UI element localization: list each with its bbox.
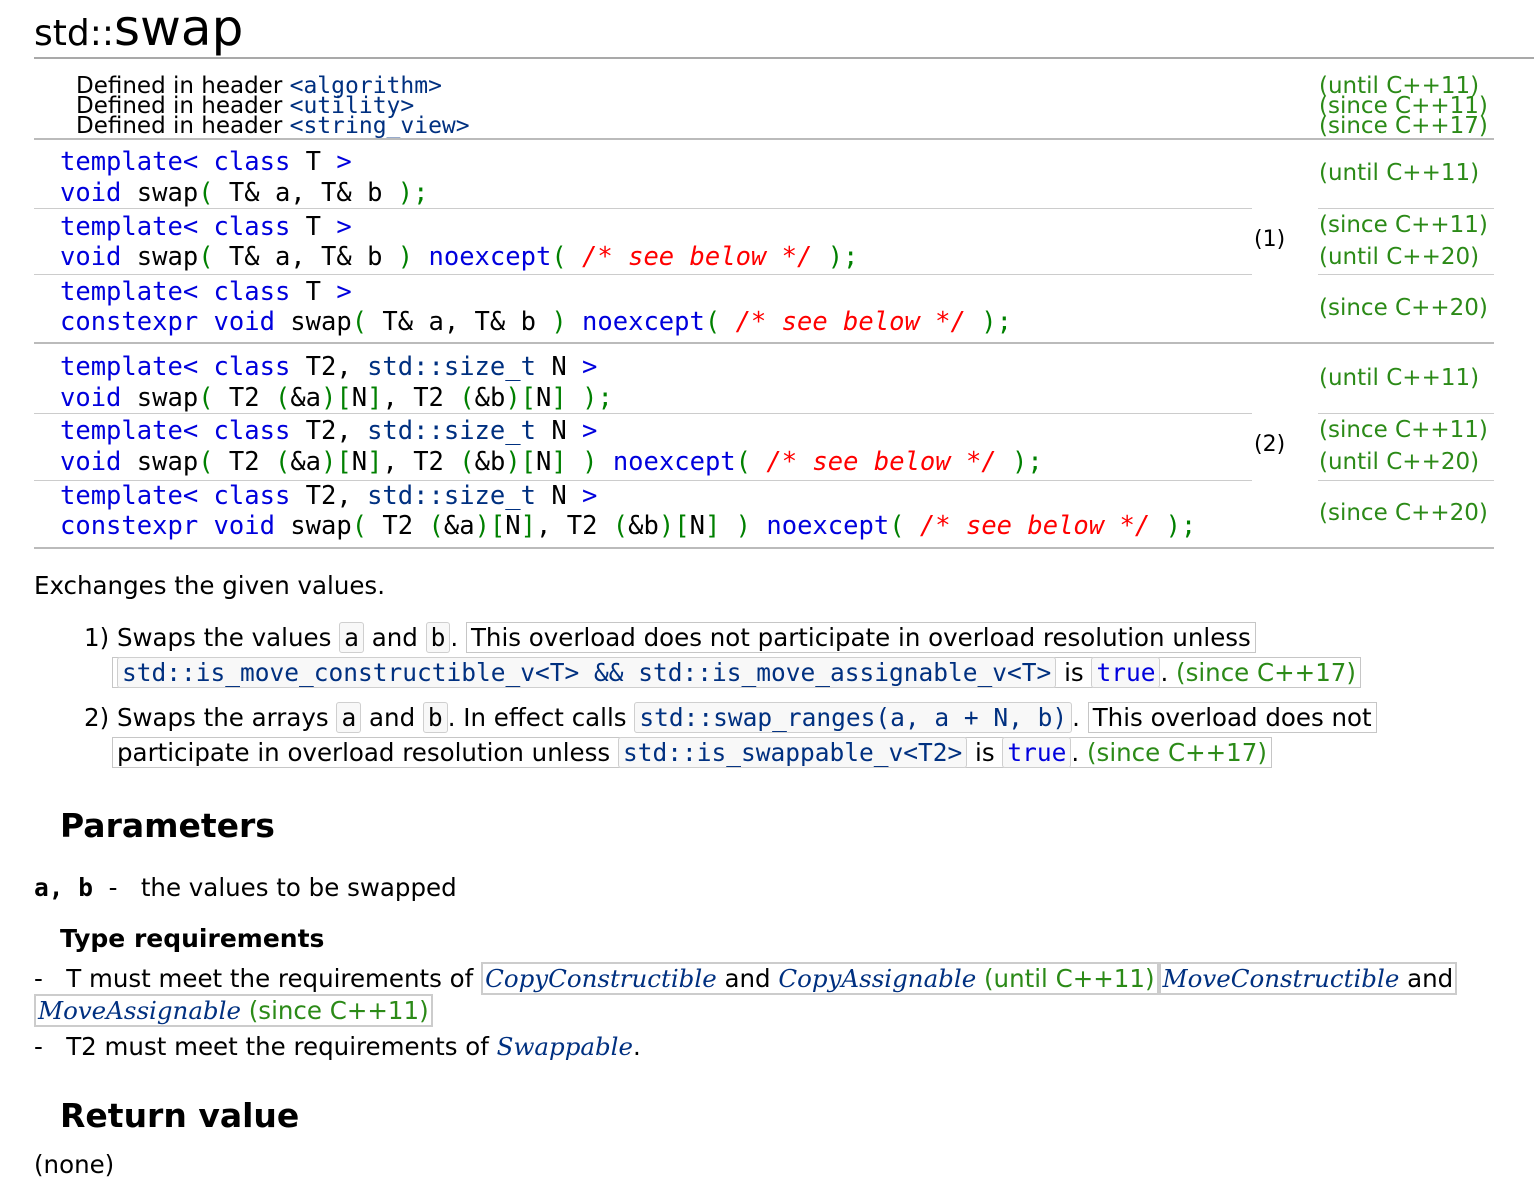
title-name: swap [113, 0, 244, 57]
revision-label: (since C++20) [1319, 500, 1488, 526]
revision-label: (since C++17) [1176, 658, 1356, 687]
code-b: b [422, 702, 448, 733]
type-requirements-heading: Type requirements [60, 924, 325, 953]
declaration-line: void swap( T2 (&a)[N], T2 (&b)[N] ) noex… [60, 447, 1043, 477]
revision-label: (until C++11) [1319, 160, 1480, 186]
code-a: a [339, 622, 364, 653]
declaration-line: template< class T2, std::size_t N > [60, 481, 598, 511]
page-title: std::swap [34, 0, 243, 56]
return-value-heading: Return value [60, 1096, 300, 1135]
until-cpp11-box: CopyConstructible and CopyAssignable (un… [481, 962, 1159, 995]
true-keyword: true [1091, 657, 1161, 688]
revision-label: (since C++11) [1319, 417, 1488, 443]
requirement-t2: - T2 must meet the requirements of Swapp… [34, 1032, 641, 1061]
revision-label: (until C++20) [1319, 449, 1480, 475]
constraint-expression[interactable]: std::is_move_constructible_v<T> && std::… [117, 657, 1057, 688]
divider [34, 342, 1494, 344]
since-cpp17-note: This overload does not [1087, 702, 1377, 733]
divider [34, 413, 1252, 414]
move-assignable-link[interactable]: MoveAssignable [38, 996, 241, 1025]
revision-label: (since C++11) [1319, 212, 1488, 238]
true-keyword: true [1002, 737, 1072, 768]
declaration-line: template< class T > [60, 212, 352, 242]
declaration-line: template< class T > [60, 147, 352, 177]
description: Exchanges the given values. [34, 571, 385, 600]
declaration-line: void swap( T& a, T& b ); [60, 178, 429, 208]
divider [34, 547, 1494, 549]
return-value-text: (none) [34, 1150, 115, 1179]
header-line: Defined in header <string_view> [76, 113, 470, 139]
divider [34, 274, 1252, 275]
declaration-line: template< class T > [60, 277, 352, 307]
parameters-heading: Parameters [60, 806, 275, 845]
revision-label: (since C++17) [1087, 738, 1267, 767]
since-cpp11-box: MoveConstructible and [1158, 962, 1458, 995]
header-prefix: Defined in header [76, 113, 283, 139]
declaration-line: constexpr void swap( T& a, T& b ) noexce… [60, 307, 1012, 337]
list-item-2-line-2: participate in overload resolution unles… [112, 736, 1272, 770]
parameter-name: a, b [34, 873, 94, 902]
revision-label: (until C++11) [1319, 365, 1480, 391]
divider [34, 138, 1494, 140]
declaration-line: template< class T2, std::size_t N > [60, 352, 598, 382]
swap-ranges-link[interactable]: std::swap_ranges(a, a + N, b) [634, 702, 1073, 733]
declaration-line: void swap( T& a, T& b ) noexcept( /* see… [60, 242, 859, 272]
divider [34, 208, 1252, 209]
requirement-t-line-1: - T must meet the requirements of CopyCo… [34, 962, 1458, 996]
overload-number: (1) [1254, 227, 1286, 252]
since-cpp17-note: This overload does not participate in ov… [465, 622, 1256, 653]
swappable-link[interactable]: Swappable [497, 1032, 633, 1061]
parameter-row: a, b - the values to be swapped [34, 873, 457, 902]
since-cpp17-note-continued: std::is_move_constructible_v<T> && std::… [112, 657, 1361, 688]
copy-constructible-link[interactable]: CopyConstructible [485, 964, 717, 993]
parameter-description: the values to be swapped [140, 873, 457, 902]
list-item-2-line-1: 2) Swaps the arrays a and b. In effect c… [84, 701, 1377, 735]
title-namespace: std:: [34, 13, 114, 54]
copy-assignable-link[interactable]: CopyAssignable [778, 964, 976, 993]
since-cpp11-box-continued: MoveAssignable (since C++11) [34, 994, 433, 1027]
divider [1318, 480, 1494, 481]
list-item-1-line-2: std::is_move_constructible_v<T> && std::… [112, 656, 1361, 690]
overload-number: (2) [1254, 432, 1286, 457]
declaration-line: void swap( T2 (&a)[N], T2 (&b)[N] ); [60, 383, 613, 413]
constraint-expression[interactable]: std::is_swappable_v<T2> [617, 737, 968, 768]
title-rule [34, 57, 1534, 59]
revision-label: (until C++20) [1319, 244, 1480, 270]
code-a: a [336, 702, 362, 733]
code-b: b [425, 622, 451, 653]
revision-label: (since C++20) [1319, 295, 1488, 321]
header-link-string-view[interactable]: <string_view> [290, 113, 470, 139]
move-constructible-link[interactable]: MoveConstructible [1163, 964, 1400, 993]
declaration-line: constexpr void swap( T2 (&a)[N], T2 (&b)… [60, 511, 1197, 541]
divider [1318, 274, 1494, 275]
requirement-t-line-2: MoveAssignable (since C++11) [34, 994, 433, 1028]
declaration-line: template< class T2, std::size_t N > [60, 416, 598, 446]
header-revision: (since C++17) [1319, 113, 1488, 139]
since-cpp17-note-continued: participate in overload resolution unles… [112, 737, 1272, 768]
list-item-1-line-1: 1) Swaps the values a and b. This overlo… [84, 621, 1256, 655]
